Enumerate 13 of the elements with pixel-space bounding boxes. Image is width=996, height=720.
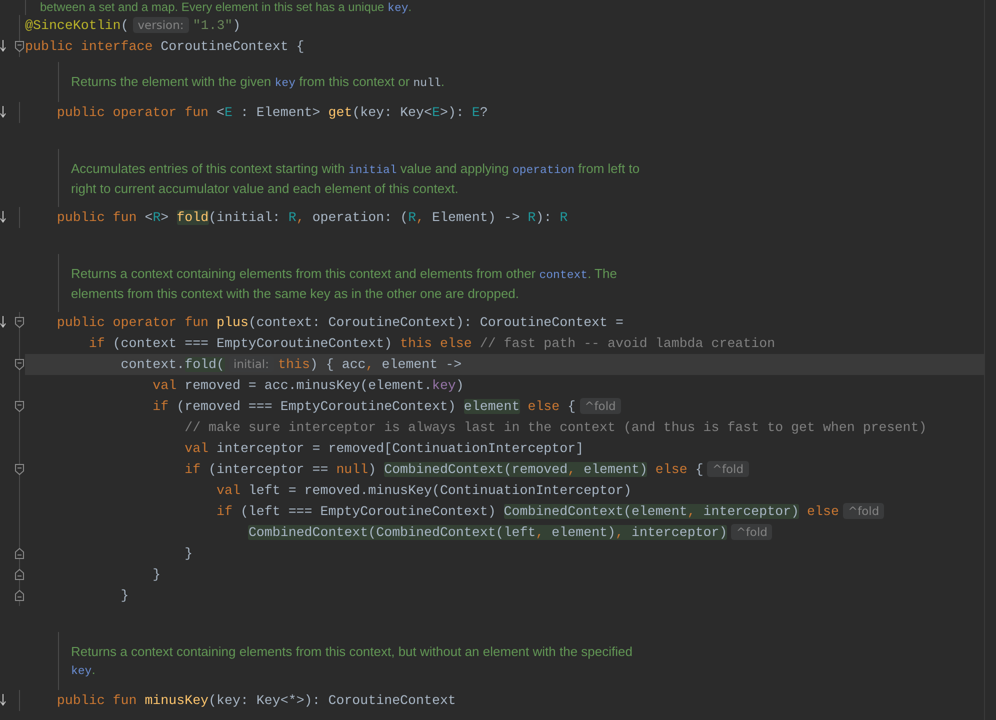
- fold-end-icon[interactable]: [15, 590, 24, 600]
- fold-collapse-icon[interactable]: [15, 316, 24, 328]
- arrow-down-icon[interactable]: [0, 210, 6, 222]
- fold-collapse-icon[interactable]: [15, 358, 24, 370]
- fold-collapse-icon[interactable]: [15, 464, 24, 474]
- fold-end-icon[interactable]: [15, 568, 24, 580]
- arrow-down-icon[interactable]: [0, 40, 6, 52]
- arrow-down-icon[interactable]: [0, 316, 6, 328]
- fold-collapse-icon[interactable]: [15, 400, 24, 412]
- arrow-down-icon[interactable]: [0, 694, 6, 706]
- fold-end-icon[interactable]: [15, 548, 24, 558]
- fold-collapse-icon[interactable]: [15, 40, 24, 52]
- arrow-down-icon[interactable]: [0, 106, 6, 118]
